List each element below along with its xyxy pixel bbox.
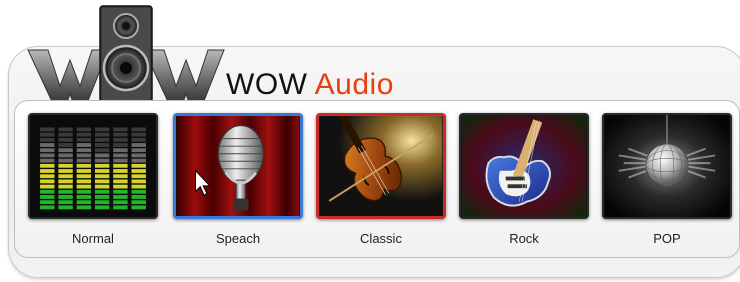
preset-pop-label: POP [653,231,681,246]
preset-list: Normal Speach Classic Rock POP [28,113,738,253]
preset-classic-label: Classic [360,231,402,246]
violin-icon [319,116,443,216]
app-title-prefix: WOW [226,68,308,101]
preset-speach-button[interactable] [173,113,303,219]
equalizer-icon [30,115,156,217]
preset-normal-label: Normal [72,231,114,246]
electric-guitar-icon [461,115,587,217]
preset-pop-button[interactable] [602,113,732,219]
preset-speach-label: Speach [215,231,261,246]
app-title: WOW Audio [226,68,394,102]
disco-ball-icon [604,115,730,217]
preset-classic-button[interactable] [316,113,446,219]
microphone-icon [176,116,300,216]
wow-logo [26,4,226,108]
app-title-accent: Audio [314,68,394,101]
preset-rock-button[interactable] [459,113,589,219]
preset-normal-button[interactable] [28,113,158,219]
speaker-icon [99,5,153,103]
preset-rock-label: Rock [509,231,539,246]
